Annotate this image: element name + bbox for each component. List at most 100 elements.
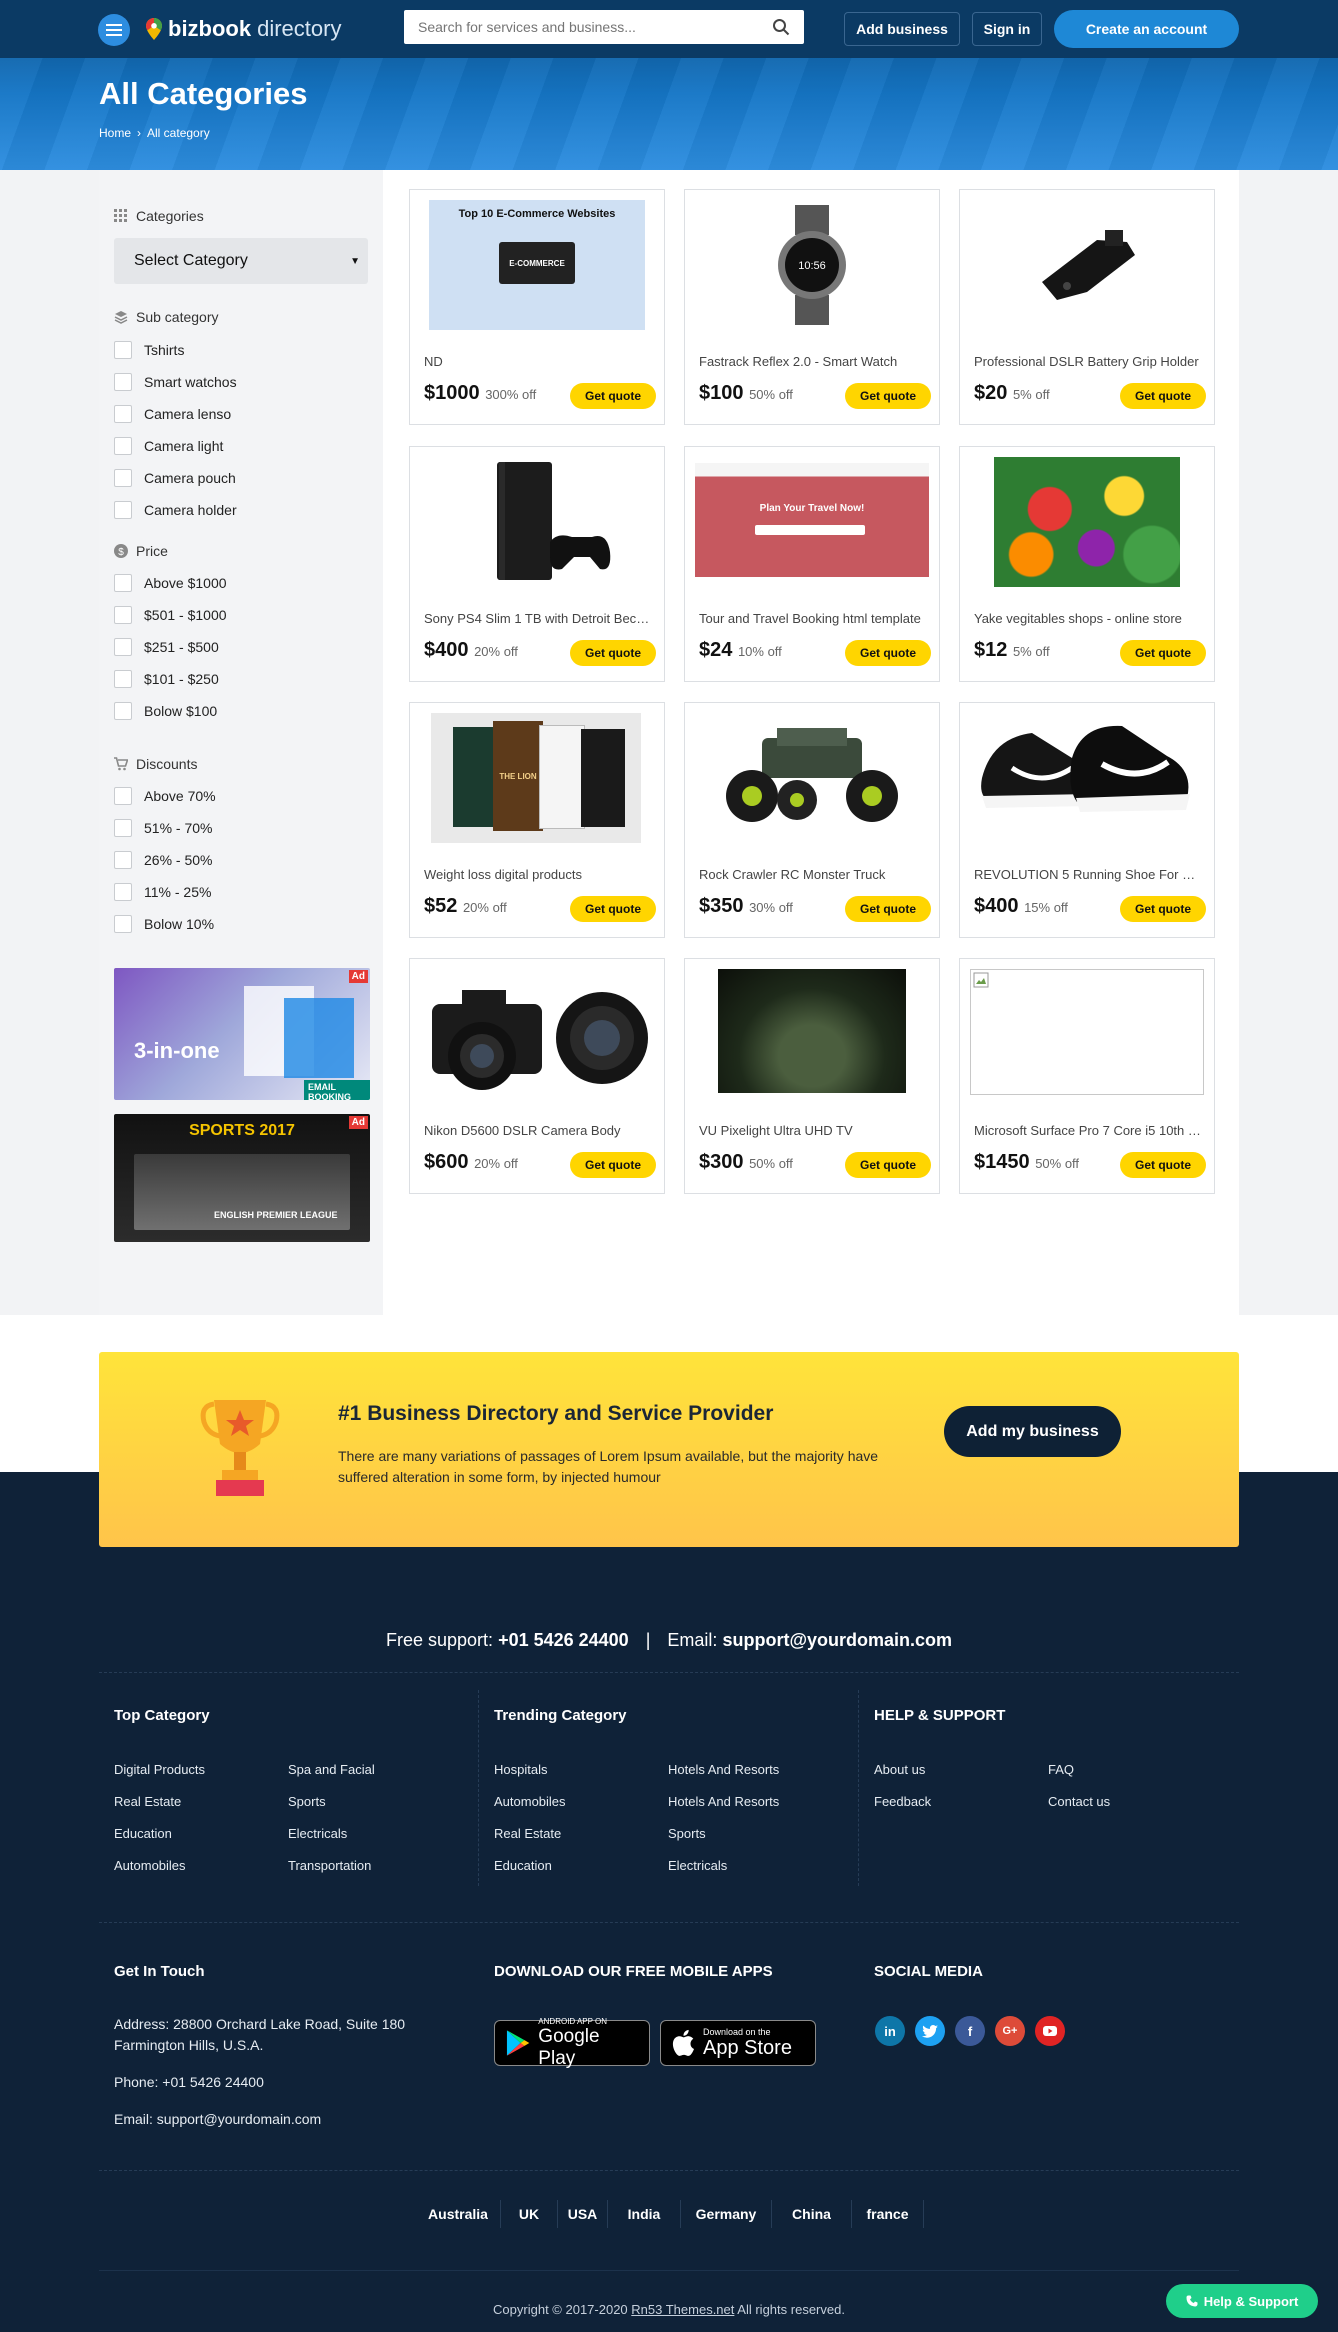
youtube-icon[interactable]	[1035, 2016, 1065, 2046]
checkbox[interactable]	[114, 405, 132, 423]
support-email[interactable]: support@yourdomain.com	[722, 1630, 952, 1650]
filter-option[interactable]: Smart watchos	[114, 373, 237, 391]
filter-option[interactable]: Camera holder	[114, 501, 237, 519]
menu-button[interactable]	[98, 14, 130, 46]
product-card[interactable]: Plan Your Travel Now! Tour and Travel Bo…	[684, 446, 940, 682]
footer-link[interactable]: Education	[114, 1826, 172, 1841]
filter-option[interactable]: Tshirts	[114, 341, 184, 359]
footer-link[interactable]: About us	[874, 1762, 925, 1777]
sidebar-ad-2[interactable]: SPORTS 2017 ENGLISH PREMIER LEAGUE Ad	[114, 1114, 370, 1242]
filter-option[interactable]: 51% - 70%	[114, 819, 212, 837]
country-link[interactable]: Australia	[416, 2200, 501, 2228]
checkbox[interactable]	[114, 915, 132, 933]
get-quote-button[interactable]: Get quote	[570, 896, 656, 922]
create-account-button[interactable]: Create an account	[1054, 10, 1239, 48]
product-card[interactable]: THE LION Weight loss digital products $5…	[409, 702, 665, 938]
help-support-button[interactable]: Help & Support	[1166, 2284, 1318, 2318]
footer-link[interactable]: Sports	[668, 1826, 706, 1841]
product-card[interactable]: Top 10 E-Commerce Websites E-COMMERCE ND…	[409, 189, 665, 425]
product-name[interactable]: VU Pixelight Ultra UHD TV	[699, 1123, 927, 1138]
filter-option[interactable]: Camera pouch	[114, 469, 236, 487]
country-link[interactable]: USA	[558, 2200, 608, 2228]
twitter-icon[interactable]	[915, 2016, 945, 2046]
footer-link[interactable]: Hotels And Resorts	[668, 1794, 779, 1809]
filter-option[interactable]: $101 - $250	[114, 670, 219, 688]
product-name[interactable]: ND	[424, 354, 652, 369]
checkbox[interactable]	[114, 469, 132, 487]
footer-link[interactable]: Electricals	[668, 1858, 727, 1873]
footer-link[interactable]: Transportation	[288, 1858, 371, 1873]
country-link[interactable]: france	[852, 2200, 924, 2228]
product-card[interactable]: Yake vegitables shops - online store $12…	[959, 446, 1215, 682]
search-input[interactable]	[418, 19, 772, 35]
get-quote-button[interactable]: Get quote	[570, 640, 656, 666]
get-quote-button[interactable]: Get quote	[1120, 1152, 1206, 1178]
checkbox[interactable]	[114, 574, 132, 592]
footer-link[interactable]: Contact us	[1048, 1794, 1110, 1809]
filter-option[interactable]: Bolow 10%	[114, 915, 214, 933]
add-business-button[interactable]: Add business	[844, 12, 960, 46]
product-card[interactable]: Sony PS4 Slim 1 TB with Detroit Become H…	[409, 446, 665, 682]
sidebar-ad-1[interactable]: 3-in-one EMAIL BOOKING Ad	[114, 968, 370, 1100]
breadcrumb-home[interactable]: Home	[99, 126, 131, 140]
filter-option[interactable]: $501 - $1000	[114, 606, 227, 624]
country-link[interactable]: India	[608, 2200, 681, 2228]
checkbox[interactable]	[114, 606, 132, 624]
footer-link[interactable]: Spa and Facial	[288, 1762, 375, 1777]
get-quote-button[interactable]: Get quote	[845, 1152, 931, 1178]
linkedin-icon[interactable]: in	[875, 2016, 905, 2046]
country-link[interactable]: Germany	[681, 2200, 772, 2228]
footer-link[interactable]: Real Estate	[114, 1794, 181, 1809]
filter-option[interactable]: 26% - 50%	[114, 851, 212, 869]
footer-link[interactable]: FAQ	[1048, 1762, 1074, 1777]
product-name[interactable]: Weight loss digital products	[424, 867, 652, 882]
footer-link[interactable]: Automobiles	[114, 1858, 186, 1873]
footer-link[interactable]: Feedback	[874, 1794, 931, 1809]
get-quote-button[interactable]: Get quote	[1120, 383, 1206, 409]
country-link[interactable]: UK	[501, 2200, 558, 2228]
get-quote-button[interactable]: Get quote	[845, 896, 931, 922]
checkbox[interactable]	[114, 437, 132, 455]
sign-in-button[interactable]: Sign in	[972, 12, 1042, 46]
support-phone[interactable]: +01 5426 24400	[498, 1630, 629, 1650]
product-card[interactable]: 10:56 Fastrack Reflex 2.0 - Smart Watch …	[684, 189, 940, 425]
checkbox[interactable]	[114, 883, 132, 901]
checkbox[interactable]	[114, 638, 132, 656]
checkbox[interactable]	[114, 787, 132, 805]
filter-option[interactable]: Above $1000	[114, 574, 227, 592]
product-name[interactable]: Microsoft Surface Pro 7 Core i5 10th Gen	[974, 1123, 1202, 1138]
product-card[interactable]: VU Pixelight Ultra UHD TV $300 50% off G…	[684, 958, 940, 1194]
filter-option[interactable]: Bolow $100	[114, 702, 217, 720]
get-quote-button[interactable]: Get quote	[1120, 896, 1206, 922]
product-card[interactable]: Microsoft Surface Pro 7 Core i5 10th Gen…	[959, 958, 1215, 1194]
get-quote-button[interactable]: Get quote	[845, 383, 931, 409]
checkbox[interactable]	[114, 501, 132, 519]
checkbox[interactable]	[114, 819, 132, 837]
search-icon[interactable]	[772, 18, 790, 36]
checkbox[interactable]	[114, 702, 132, 720]
google-plus-icon[interactable]: G+	[995, 2016, 1025, 2046]
footer-link[interactable]: Hotels And Resorts	[668, 1762, 779, 1777]
filter-option[interactable]: Camera light	[114, 437, 223, 455]
add-my-business-button[interactable]: Add my business	[944, 1406, 1121, 1457]
filter-option[interactable]: Camera lenso	[114, 405, 231, 423]
filter-option[interactable]: 11% - 25%	[114, 883, 211, 901]
footer-link[interactable]: Real Estate	[494, 1826, 561, 1841]
checkbox[interactable]	[114, 373, 132, 391]
footer-link[interactable]: Sports	[288, 1794, 326, 1809]
filter-option[interactable]: Above 70%	[114, 787, 216, 805]
product-card[interactable]: Nikon D5600 DSLR Camera Body $600 20% of…	[409, 958, 665, 1194]
product-name[interactable]: REVOLUTION 5 Running Shoe For Men	[974, 867, 1202, 882]
get-quote-button[interactable]: Get quote	[570, 1152, 656, 1178]
product-name[interactable]: Fastrack Reflex 2.0 - Smart Watch	[699, 354, 927, 369]
footer-link[interactable]: Hospitals	[494, 1762, 547, 1777]
footer-link[interactable]: Digital Products	[114, 1762, 205, 1777]
get-quote-button[interactable]: Get quote	[845, 640, 931, 666]
get-quote-button[interactable]: Get quote	[1120, 640, 1206, 666]
checkbox[interactable]	[114, 670, 132, 688]
country-link[interactable]: China	[772, 2200, 852, 2228]
copyright-link[interactable]: Rn53 Themes.net	[631, 2302, 734, 2317]
footer-link[interactable]: Electricals	[288, 1826, 347, 1841]
product-name[interactable]: Yake vegitables shops - online store	[974, 611, 1202, 626]
filter-option[interactable]: $251 - $500	[114, 638, 219, 656]
